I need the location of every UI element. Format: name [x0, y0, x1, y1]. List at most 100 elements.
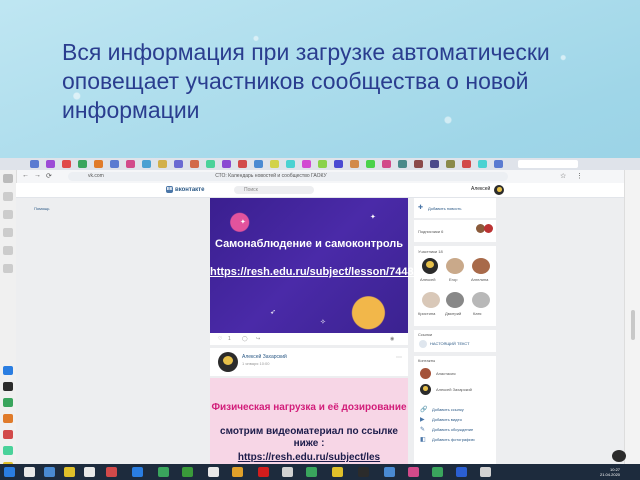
taskbar-app-icon[interactable]	[232, 467, 243, 477]
taskbar-app-icon[interactable]	[258, 467, 269, 477]
taskbar-app-icon[interactable]	[182, 467, 193, 477]
member-name[interactable]: Кристина	[418, 311, 435, 316]
app-icon[interactable]	[3, 210, 13, 219]
tab-icon[interactable]	[46, 160, 55, 168]
tab-icon[interactable]	[270, 160, 279, 168]
share-icon[interactable]: ↪	[256, 336, 260, 342]
add-link[interactable]: Добавить ссылку	[432, 407, 464, 412]
member-name[interactable]: Катя	[473, 311, 481, 316]
tab-icon[interactable]	[462, 160, 471, 168]
app-icon[interactable]	[3, 414, 13, 423]
taskbar-app-icon[interactable]	[332, 467, 343, 477]
app-icon[interactable]	[3, 446, 13, 455]
taskbar-app-icon[interactable]	[106, 467, 117, 477]
url-field[interactable]: vk.com СТО: Календарь новостей и сообщес…	[68, 172, 508, 181]
app-icon[interactable]	[3, 398, 13, 407]
left-menu-link[interactable]: Помощь	[34, 206, 49, 211]
post1-link[interactable]: https://resh.edu.ru/subject/lesson/7448/…	[210, 266, 485, 279]
member-name[interactable]: Алексей	[420, 277, 435, 282]
taskbar-app-icon[interactable]	[24, 467, 35, 477]
tab-icon[interactable]	[158, 160, 167, 168]
vk-logo[interactable]: вк вконтакте	[166, 186, 204, 193]
taskbar-app-icon[interactable]	[132, 467, 143, 477]
tab-icon[interactable]	[222, 160, 231, 168]
app-icon[interactable]	[3, 382, 13, 391]
taskbar-app-icon[interactable]	[384, 467, 395, 477]
taskbar-app-icon[interactable]	[456, 467, 467, 477]
post2-date[interactable]: 1 января 10:00	[242, 361, 269, 366]
app-icon[interactable]	[3, 192, 13, 201]
taskbar-app-icon[interactable]	[282, 467, 293, 477]
member-name[interactable]: Егор	[449, 277, 458, 282]
tab-icon[interactable]	[94, 160, 103, 168]
taskbar-app-icon[interactable]	[158, 467, 169, 477]
add-post-link[interactable]: Добавить новость	[428, 206, 461, 211]
add-video[interactable]: Добавить видео	[432, 417, 462, 422]
member-avatar[interactable]	[422, 258, 438, 274]
tab-icon[interactable]	[78, 160, 87, 168]
tab-icon[interactable]	[446, 160, 455, 168]
tab-icon[interactable]	[366, 160, 375, 168]
tab-icon[interactable]	[414, 160, 423, 168]
taskbar-app-icon[interactable]	[408, 467, 419, 477]
app-icon[interactable]	[3, 264, 13, 273]
comment-icon[interactable]: ◯	[242, 336, 248, 342]
link-item[interactable]: НАСТОЯЩИЙ ТЕКСТ	[430, 341, 470, 346]
tab-icon[interactable]	[238, 160, 247, 168]
tab-icon[interactable]	[142, 160, 151, 168]
post-image-selfcontrol[interactable]: ✦ ✦ ➶ ✧ Самонаблюдение и самоконтроль ht…	[210, 198, 485, 333]
like-icon[interactable]: ♡	[218, 336, 222, 342]
star-bookmark-icon[interactable]: ☆	[560, 172, 566, 180]
contact-avatar[interactable]	[420, 384, 431, 395]
taskbar-app-icon[interactable]	[44, 467, 55, 477]
taskbar-app-icon[interactable]	[306, 467, 317, 477]
vk-search-input[interactable]: Поиск	[234, 186, 314, 194]
app-icon[interactable]	[3, 228, 13, 237]
taskbar-app-icon[interactable]	[84, 467, 95, 477]
reload-icon[interactable]: ⟳	[46, 172, 52, 180]
links-header[interactable]: Ссылки	[418, 332, 432, 337]
tab-icon[interactable]	[30, 160, 39, 168]
contact-avatar[interactable]	[420, 368, 431, 379]
members-header[interactable]: Участники 18	[418, 249, 443, 254]
member-avatar[interactable]	[472, 258, 490, 274]
taskbar-app-icon[interactable]	[358, 467, 369, 477]
author-avatar[interactable]	[218, 352, 238, 372]
tab-icon[interactable]	[398, 160, 407, 168]
tab-icon[interactable]	[206, 160, 215, 168]
app-icon[interactable]	[3, 430, 13, 439]
app-icon[interactable]	[3, 366, 13, 375]
member-name[interactable]: Ангелина	[471, 277, 488, 282]
member-avatar[interactable]	[446, 292, 464, 308]
tab-icon[interactable]	[110, 160, 119, 168]
app-icon[interactable]	[3, 246, 13, 255]
tab-icon[interactable]	[174, 160, 183, 168]
add-discussion[interactable]: Добавить обсуждение	[432, 427, 473, 432]
post2-link[interactable]: https://resh.edu.ru/subject/les	[210, 452, 408, 463]
tray-avatar[interactable]	[612, 450, 626, 462]
tab-icon[interactable]	[126, 160, 135, 168]
forward-icon[interactable]: →	[34, 172, 41, 179]
more-icon[interactable]: ⋯	[396, 354, 402, 361]
taskbar-app-icon[interactable]	[480, 467, 491, 477]
member-avatar[interactable]	[422, 292, 440, 308]
subscriber-photo[interactable]	[484, 224, 493, 233]
tab-icon[interactable]	[350, 160, 359, 168]
taskbar-clock[interactable]: 10:27 21.04.2020	[600, 467, 620, 477]
tab-icon[interactable]	[302, 160, 311, 168]
contacts-header[interactable]: Контакты	[418, 358, 435, 363]
tab-icon[interactable]	[190, 160, 199, 168]
member-name[interactable]: Дмитрий	[445, 311, 461, 316]
taskbar-app-icon[interactable]	[208, 467, 219, 477]
tab-icon[interactable]	[286, 160, 295, 168]
tab-icon[interactable]	[478, 160, 487, 168]
contact-name[interactable]: Алексей Захарский	[436, 387, 472, 392]
tab-icon[interactable]	[254, 160, 263, 168]
tab-icon[interactable]	[430, 160, 439, 168]
active-tab[interactable]	[518, 160, 578, 168]
subscribers-header[interactable]: Подписчики 6	[418, 229, 443, 234]
back-icon[interactable]: ←	[22, 172, 29, 179]
scrollbar-thumb[interactable]	[631, 310, 635, 340]
member-avatar[interactable]	[446, 258, 464, 274]
tab-icon[interactable]	[382, 160, 391, 168]
